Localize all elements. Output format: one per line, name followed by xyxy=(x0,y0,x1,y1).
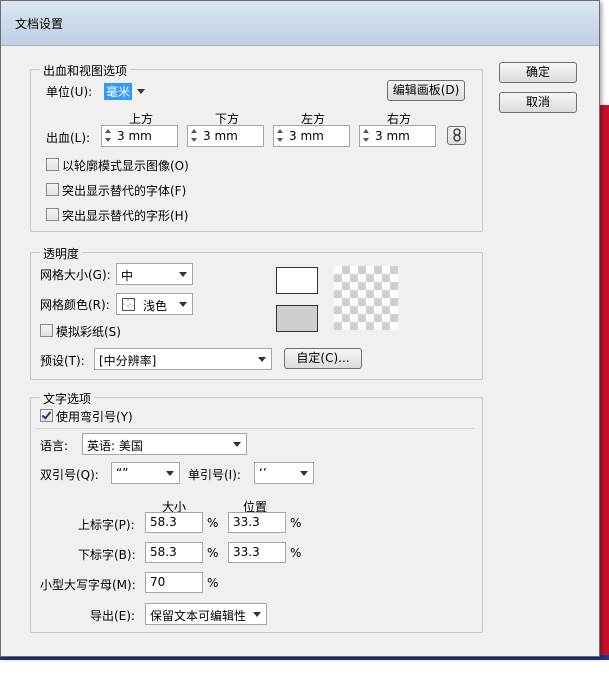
grid-color-gray-swatch[interactable] xyxy=(276,305,318,332)
separator xyxy=(36,428,474,429)
grid-color-swatch-icon xyxy=(122,298,135,311)
language-dropdown[interactable]: 英语: 美国 xyxy=(82,433,247,455)
export-dropdown[interactable]: 保留文本可编辑性 xyxy=(145,603,267,625)
outline-mode-checkbox[interactable] xyxy=(46,158,59,171)
language-label: 语言: xyxy=(40,439,69,453)
percent-label: % xyxy=(207,576,219,590)
language-value: 英语: 美国 xyxy=(87,439,143,453)
bleed-label: 出血(L): xyxy=(46,131,91,145)
chevron-down-icon xyxy=(253,612,261,617)
percent-label: % xyxy=(290,546,302,560)
outline-mode-label: 以轮廓模式显示图像(O) xyxy=(62,159,189,173)
superscript-label: 上标字(P): xyxy=(78,518,135,532)
type-options-legend: 文字选项 xyxy=(40,390,95,407)
grid-color-label: 网格颜色(R): xyxy=(40,298,110,312)
small-caps-label: 小型大写字母(M): xyxy=(40,578,136,592)
chevron-down-icon xyxy=(300,471,308,476)
subscript-position-value: 33.3 xyxy=(233,545,260,559)
percent-label: % xyxy=(290,516,302,530)
chevron-down-icon xyxy=(258,357,266,362)
single-quotes-value: ‘’ xyxy=(259,466,267,480)
double-quotes-value: “” xyxy=(116,466,129,480)
chain-link-icon[interactable] xyxy=(447,126,466,145)
spinner-arrows-icon[interactable] xyxy=(104,128,113,144)
title-bar: 文档设置 xyxy=(1,1,599,46)
double-quotes-label: 双引号(Q): xyxy=(40,468,99,482)
single-quotes-label: 单引号(I): xyxy=(188,468,241,482)
spinner-arrows-icon[interactable] xyxy=(362,128,371,144)
window-title: 文档设置 xyxy=(15,17,64,31)
export-value: 保留文本可编辑性 xyxy=(150,609,247,623)
export-label: 导出(E): xyxy=(90,609,135,623)
bleed-left-field[interactable]: 3 mm xyxy=(273,125,350,147)
double-quotes-dropdown[interactable]: “” xyxy=(111,462,180,484)
smart-quotes-checkbox[interactable] xyxy=(40,409,53,422)
spinner-arrows-icon[interactable] xyxy=(276,128,285,144)
simulate-paper-label: 模拟彩纸(S) xyxy=(56,325,121,339)
document-setup-dialog: 文档设置 确定 取消 出血和视图选项 单位(U): 毫米 编辑画板(D) 上方 … xyxy=(0,0,600,657)
chevron-down-icon xyxy=(137,89,145,94)
percent-label: % xyxy=(207,546,219,560)
small-caps-field[interactable]: 70 xyxy=(145,572,203,593)
highlight-fonts-checkbox[interactable] xyxy=(46,183,59,196)
bleed-bottom-field[interactable]: 3 mm xyxy=(187,125,264,147)
unit-dropdown[interactable]: 毫米 xyxy=(103,80,151,102)
subscript-label: 下标字(B): xyxy=(78,548,136,562)
edit-artboard-button[interactable]: 编辑画板(D) xyxy=(387,80,465,101)
ok-button[interactable]: 确定 xyxy=(499,62,577,83)
highlight-glyphs-checkbox[interactable] xyxy=(46,208,59,221)
preset-label: 预设(T): xyxy=(40,354,85,368)
grid-size-dropdown[interactable]: 中 xyxy=(116,263,193,285)
bleed-right-value: 3 mm xyxy=(375,129,410,143)
single-quotes-dropdown[interactable]: ‘’ xyxy=(254,462,314,484)
superscript-position-field[interactable]: 33.3 xyxy=(228,512,286,533)
superscript-size-value: 58.3 xyxy=(150,515,177,529)
preset-value: [中分辨率] xyxy=(99,354,157,368)
transparency-grid-preview xyxy=(334,266,398,330)
chevron-down-icon xyxy=(179,302,187,307)
grid-color-dropdown[interactable]: 浅色 xyxy=(116,293,193,315)
custom-button[interactable]: 自定(C)... xyxy=(284,348,362,369)
subscript-position-field[interactable]: 33.3 xyxy=(228,542,286,563)
superscript-position-value: 33.3 xyxy=(233,515,260,529)
superscript-size-field[interactable]: 58.3 xyxy=(145,512,203,533)
spinner-arrows-icon[interactable] xyxy=(190,128,199,144)
simulate-paper-checkbox[interactable] xyxy=(40,324,53,337)
bleed-view-legend: 出血和视图选项 xyxy=(40,62,131,79)
grid-size-label: 网格大小(G): xyxy=(40,268,111,282)
preset-dropdown[interactable]: [中分辨率] xyxy=(94,348,272,370)
unit-label: 单位(U): xyxy=(46,85,93,99)
small-caps-value: 70 xyxy=(150,575,166,589)
bleed-top-value: 3 mm xyxy=(117,129,152,143)
unit-value: 毫米 xyxy=(104,83,133,100)
chevron-down-icon xyxy=(166,471,174,476)
cancel-button[interactable]: 取消 xyxy=(499,92,577,113)
bleed-right-field[interactable]: 3 mm xyxy=(359,125,436,147)
highlight-glyphs-label: 突出显示替代的字形(H) xyxy=(62,209,189,223)
bleed-top-field[interactable]: 3 mm xyxy=(101,125,178,147)
percent-label: % xyxy=(207,516,219,530)
subscript-size-field[interactable]: 58.3 xyxy=(145,542,203,563)
smart-quotes-label: 使用弯引号(Y) xyxy=(56,410,133,424)
transparency-legend: 透明度 xyxy=(40,245,83,262)
grid-color-value: 浅色 xyxy=(143,299,168,313)
subscript-size-value: 58.3 xyxy=(150,545,177,559)
highlight-fonts-label: 突出显示替代的字体(F) xyxy=(62,184,187,198)
bleed-bottom-value: 3 mm xyxy=(203,129,238,143)
grid-color-white-swatch[interactable] xyxy=(276,267,318,294)
chevron-down-icon xyxy=(179,272,187,277)
grid-size-value: 中 xyxy=(121,269,134,283)
chevron-down-icon xyxy=(233,442,241,447)
bleed-left-value: 3 mm xyxy=(289,129,324,143)
